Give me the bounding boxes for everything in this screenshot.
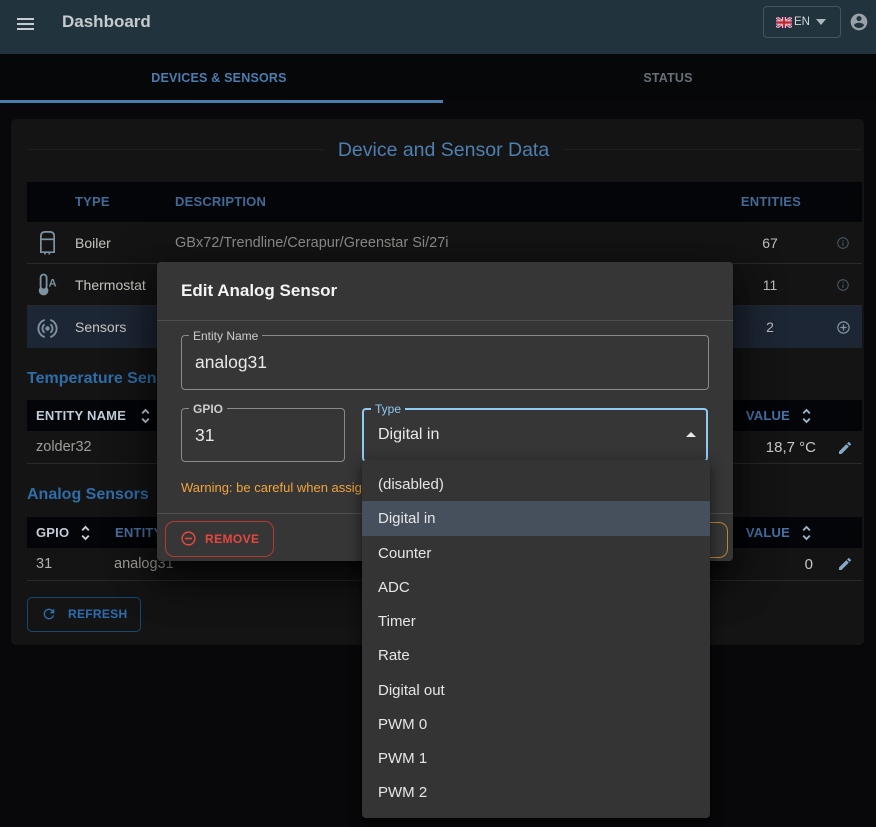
svg-text:A: A	[49, 278, 57, 290]
